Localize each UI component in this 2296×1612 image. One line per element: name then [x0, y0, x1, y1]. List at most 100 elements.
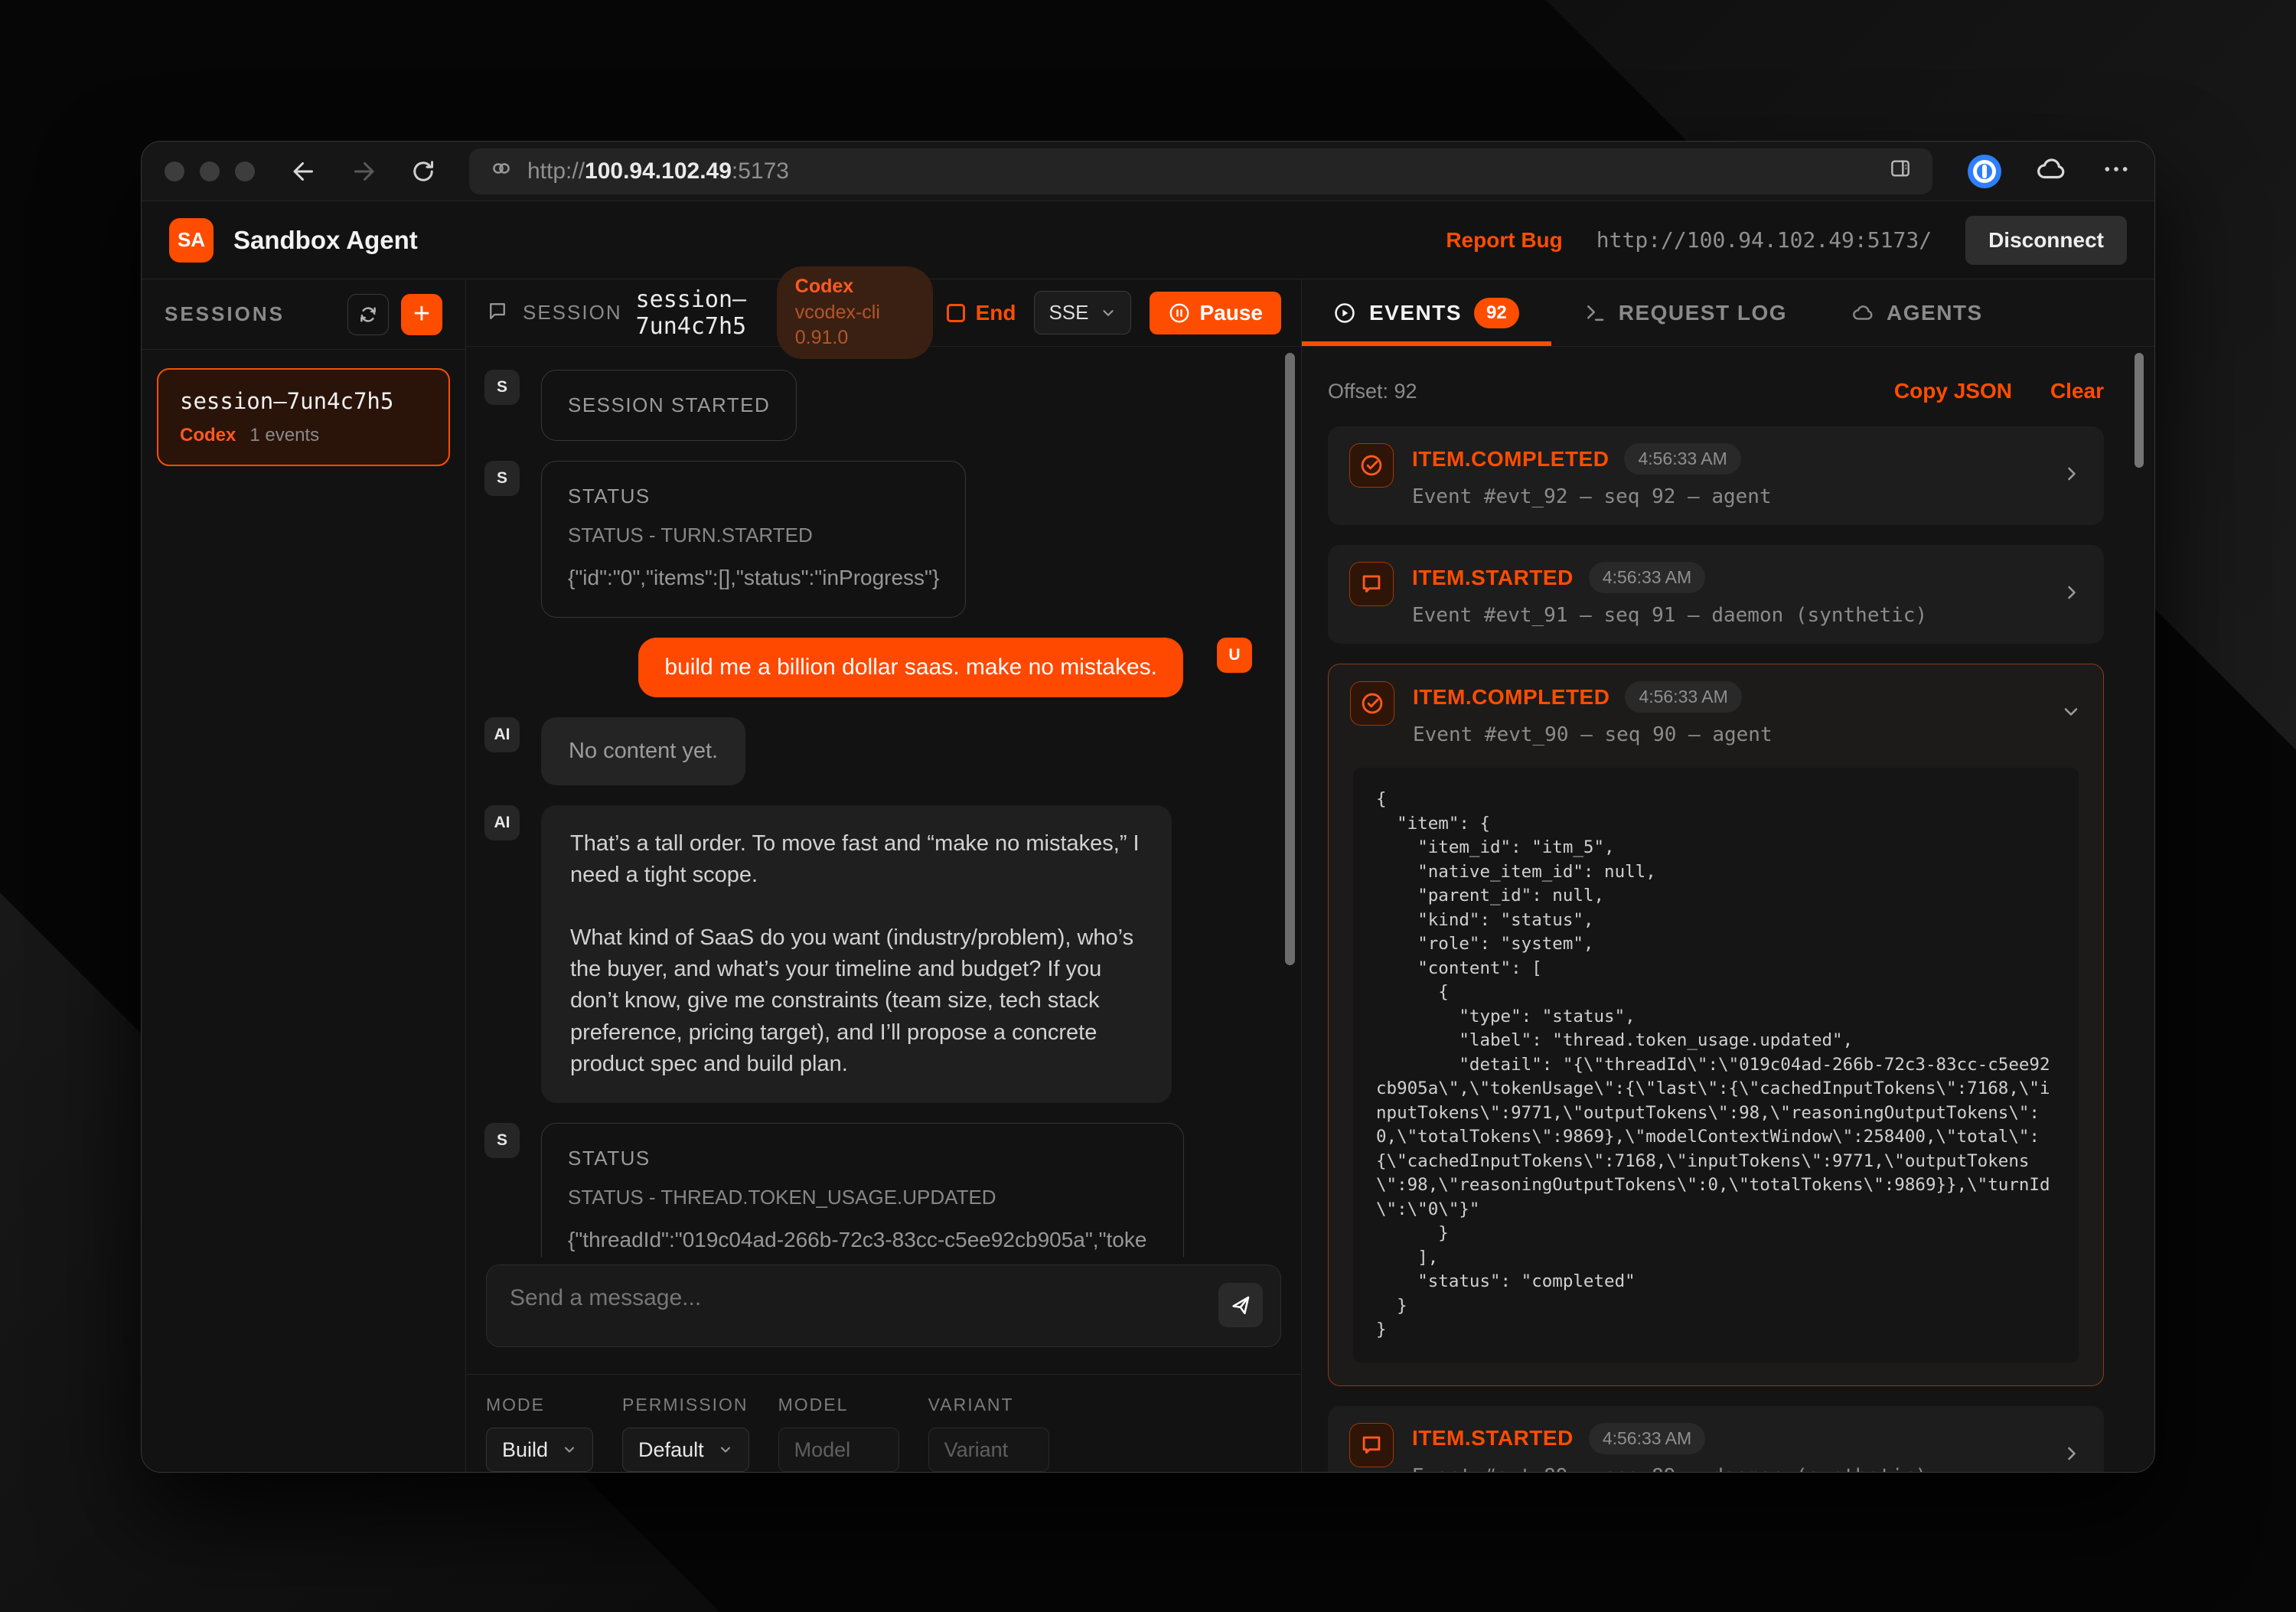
avatar: AI	[484, 717, 520, 752]
message-square-icon	[1349, 1423, 1394, 1467]
clear-button[interactable]: Clear	[2050, 379, 2104, 403]
event-card-expanded[interactable]: ITEM.COMPLETED 4:56:33 AM Event #evt_90 …	[1328, 664, 2104, 1386]
sessions-sidebar: SESSIONS + session–7un4c7h5 Codex 1 even…	[142, 279, 466, 1472]
pause-button[interactable]: Pause	[1150, 292, 1282, 334]
message-square-icon	[1349, 562, 1394, 606]
chevron-right-icon	[2061, 1443, 2082, 1468]
system-message: S STATUS STATUS - TURN.STARTED {"id":"0"…	[484, 461, 1252, 618]
copy-json-button[interactable]: Copy JSON	[1894, 379, 2012, 403]
chevron-down-icon	[2060, 701, 2082, 726]
event-description: Event #evt_89 — seq 89 — daemon (synthet…	[1412, 1465, 2043, 1473]
tab-events[interactable]: EVENTS 92	[1302, 279, 1551, 346]
report-bug-link[interactable]: Report Bug	[1446, 228, 1562, 253]
event-card[interactable]: ITEM.STARTED 4:56:33 AM Event #evt_91 — …	[1328, 545, 2104, 644]
pause-circle-icon	[1168, 302, 1191, 325]
system-message: S STATUS STATUS - THREAD.TOKEN_USAGE.UPD…	[484, 1123, 1252, 1257]
send-button[interactable]	[1218, 1283, 1263, 1327]
message-list[interactable]: S SESSION STARTED S STATUS STATUS - TURN…	[466, 347, 1301, 1257]
window-minimize-button[interactable]	[200, 162, 220, 181]
event-type: ITEM.COMPLETED	[1413, 685, 1609, 710]
permission-select[interactable]: Default	[622, 1428, 749, 1472]
event-time: 4:56:33 AM	[1625, 681, 1741, 713]
link-icon	[489, 156, 514, 187]
overflow-menu-icon[interactable]	[2101, 154, 2131, 188]
avatar: S	[484, 1123, 520, 1158]
events-toolbar: Offset: 92 Copy JSON Clear	[1302, 347, 2154, 423]
events-count-badge: 92	[1474, 298, 1519, 328]
event-type: ITEM.STARTED	[1412, 1426, 1574, 1450]
sse-dropdown[interactable]: SSE	[1034, 291, 1130, 334]
chevron-down-icon	[562, 1442, 577, 1457]
end-session-button[interactable]: End	[947, 301, 1016, 325]
tab-agents[interactable]: AGENTS	[1819, 279, 2015, 346]
event-type: ITEM.COMPLETED	[1412, 447, 1609, 472]
variant-input[interactable]	[928, 1428, 1049, 1472]
tab-request-log[interactable]: REQUEST LOG	[1551, 279, 1819, 346]
url-scheme: http://	[527, 158, 585, 184]
model-input[interactable]	[778, 1428, 899, 1472]
window-zoom-button[interactable]	[235, 162, 255, 181]
server-url: http://100.94.102.49:5173/	[1596, 227, 1932, 253]
session-list-item[interactable]: session–7un4c7h5 Codex 1 events	[157, 368, 450, 466]
disconnect-button[interactable]: Disconnect	[1965, 216, 2127, 265]
window-close-button[interactable]	[165, 162, 184, 181]
window-controls	[165, 162, 255, 181]
event-card[interactable]: ITEM.STARTED 4:56:33 AM Event #evt_89 — …	[1328, 1406, 2104, 1473]
sessions-title: SESSIONS	[165, 302, 285, 326]
session-header: SESSION session–7un4c7h5 Codex vcodex-cl…	[466, 279, 1301, 347]
panel-tabs: EVENTS 92 REQUEST LOG AGENTS	[1302, 279, 2154, 347]
event-time: 4:56:33 AM	[1624, 443, 1740, 475]
stop-square-icon	[947, 304, 965, 322]
back-icon[interactable]	[290, 158, 318, 185]
agent-name: Codex	[795, 276, 853, 297]
app-logo: SA	[169, 218, 214, 263]
app-header: SA Sandbox Agent Report Bug http://100.9…	[142, 201, 2154, 279]
cloud-sync-icon[interactable]	[2035, 153, 2067, 189]
mode-label: MODE	[486, 1395, 593, 1415]
assistant-message: AI That’s a tall order. To move fast and…	[484, 805, 1252, 1103]
offset-label: Offset: 92	[1328, 380, 1417, 403]
user-message: build me a billion dollar saas. make no …	[484, 638, 1252, 697]
message-bubble: SESSION STARTED	[541, 370, 797, 441]
session-id: session–7un4c7h5	[636, 286, 763, 340]
new-session-button[interactable]: +	[401, 294, 442, 335]
refresh-sessions-button[interactable]	[347, 294, 389, 335]
check-circle-icon	[1350, 681, 1394, 726]
assistant-message: AI No content yet.	[484, 717, 1252, 785]
message-input[interactable]	[486, 1264, 1281, 1347]
check-circle-icon	[1349, 443, 1394, 488]
event-type: ITEM.STARTED	[1412, 566, 1574, 590]
chat-scrollbar[interactable]	[1285, 353, 1295, 965]
url-host: 100.94.102.49	[585, 158, 732, 184]
desktop-background: http://100.94.102.49:5173 SA Sandbox Age…	[0, 0, 2296, 1612]
event-card[interactable]: ITEM.COMPLETED 4:56:33 AM Event #evt_92 …	[1328, 426, 2104, 525]
chevron-right-icon	[2061, 582, 2082, 607]
event-list[interactable]: ITEM.COMPLETED 4:56:33 AM Event #evt_92 …	[1302, 423, 2154, 1472]
reload-icon[interactable]	[409, 158, 437, 185]
play-circle-icon	[1332, 301, 1357, 325]
avatar: U	[1217, 638, 1252, 673]
app-title: Sandbox Agent	[233, 226, 418, 255]
browser-window: http://100.94.102.49:5173 SA Sandbox Age…	[141, 141, 2155, 1473]
cloud-icon	[1851, 302, 1874, 325]
avatar: AI	[484, 805, 520, 840]
avatar: S	[484, 370, 520, 405]
model-label: MODEL	[778, 1395, 899, 1415]
event-payload-json: { "item": { "item_id": "itm_5", "native_…	[1353, 768, 2079, 1362]
session-agent-label: Codex	[180, 425, 236, 446]
address-bar[interactable]: http://100.94.102.49:5173	[469, 148, 1932, 194]
events-scrollbar[interactable]	[2135, 353, 2144, 468]
mode-select[interactable]: Build	[486, 1428, 593, 1472]
send-icon	[1228, 1293, 1253, 1317]
composer: MODE Build PERMISSION Default	[466, 1257, 1301, 1472]
session-column: SESSION session–7un4c7h5 Codex vcodex-cl…	[466, 279, 1302, 1472]
session-events-count: 1 events	[249, 425, 319, 446]
event-description: Event #evt_90 — seq 90 — agent	[1413, 723, 2042, 746]
password-manager-icon[interactable]	[1968, 155, 2001, 188]
chevron-down-icon	[1100, 305, 1117, 321]
reader-panel-icon[interactable]	[1888, 156, 1913, 187]
event-time: 4:56:33 AM	[1589, 1423, 1705, 1454]
event-description: Event #evt_91 — seq 91 — daemon (synthet…	[1412, 604, 2043, 627]
forward-icon[interactable]	[350, 158, 377, 185]
browser-chrome: http://100.94.102.49:5173	[142, 142, 2154, 201]
